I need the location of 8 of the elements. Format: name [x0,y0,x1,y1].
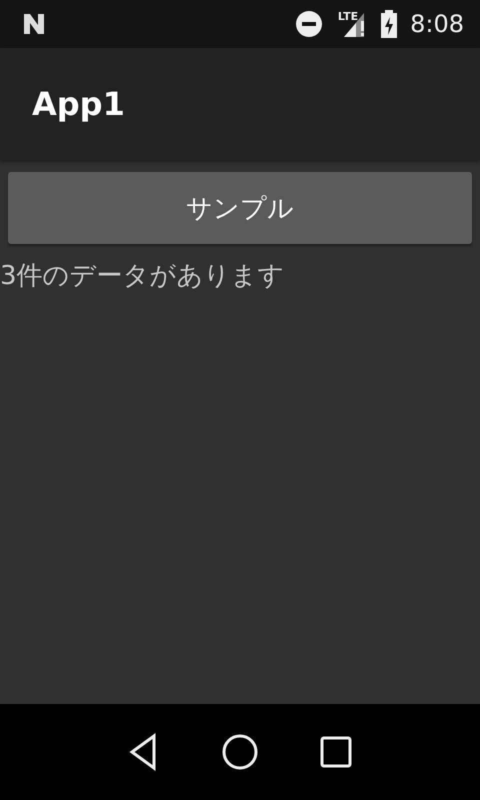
data-count-text: 3件のデータがあります [0,260,285,293]
network-type: LTE [338,10,358,23]
battery-charging-icon [380,9,398,39]
do-not-disturb-icon [294,9,324,39]
app-title: App1 [32,85,125,123]
clock: 8:08 [410,10,464,38]
sample-button[interactable]: サンプル [8,172,472,244]
home-icon[interactable] [220,732,260,772]
